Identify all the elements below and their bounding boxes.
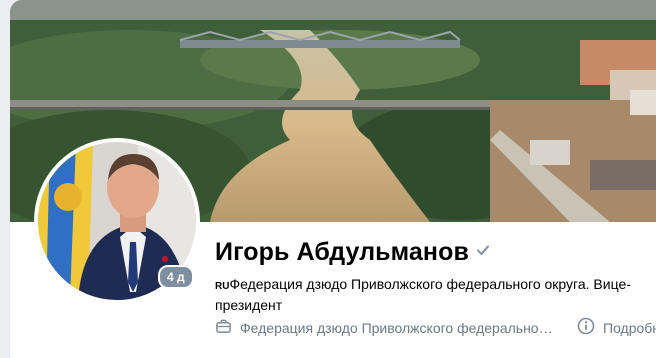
briefcase-icon [215,318,240,338]
profile-name: Игорь Абдульманов [215,238,469,266]
verified-icon[interactable] [475,242,491,263]
name-row: Игорь Абдульманов [215,238,491,267]
status-language: RU [215,281,230,292]
status-text: Федерация дзюдо Приволжского федеральног… [215,276,631,313]
last-seen-badge: 4 д [158,265,194,289]
more-details-label: Подробнее [603,319,656,336]
work-text: Федерация дзюдо Приволжского федеральног… [240,319,554,336]
work-link[interactable]: Федерация дзюдо Приволжского федеральног… [215,318,554,338]
more-details-button[interactable]: Подробнее [577,317,656,338]
info-icon [577,317,603,338]
info-row: Федерация дзюдо Приволжского федеральног… [215,317,656,338]
profile-card: 4 д Игорь Абдульманов RUФедерация дзюдо … [10,0,656,358]
profile-status: RUФедерация дзюдо Приволжского федеральн… [215,275,645,314]
